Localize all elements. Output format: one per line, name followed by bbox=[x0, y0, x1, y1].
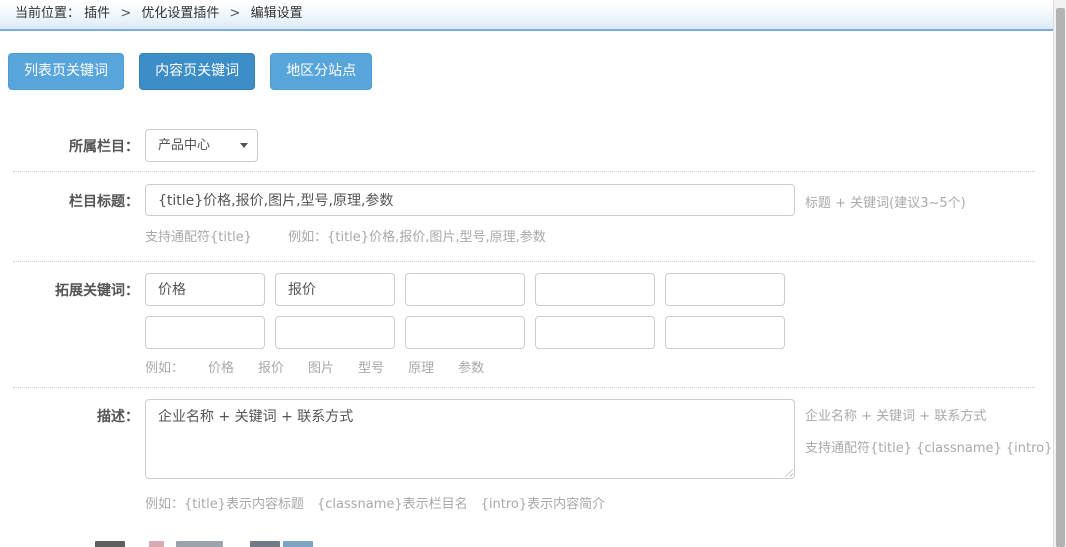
category-select-value: 产品中心 bbox=[158, 138, 210, 153]
truncated-label bbox=[95, 541, 125, 547]
title-below-hint: 支持通配符{title} 例如：{title}价格,报价,图片,型号,原理,参数 bbox=[145, 226, 1053, 245]
truncated-text bbox=[250, 541, 280, 547]
keywords-hint-word: 型号 bbox=[358, 357, 384, 376]
truncated-text bbox=[176, 541, 223, 547]
divider bbox=[13, 171, 1035, 172]
truncated-control bbox=[149, 541, 164, 547]
title-side-hint: 标题 + 关键词(建议3~5个) bbox=[805, 184, 966, 211]
keywords-hint-word: 报价 bbox=[258, 357, 284, 376]
keyword-input-10[interactable] bbox=[665, 316, 785, 349]
divider bbox=[13, 387, 1035, 388]
tab-content-page-keywords[interactable]: 内容页关键词 bbox=[139, 53, 255, 90]
description-textarea[interactable]: 企业名称 + 关键词 + 联系方式 bbox=[145, 399, 795, 479]
description-side-hint-2: 支持通配符{title} {classname} {intro} bbox=[805, 437, 1052, 456]
tab-list-page-keywords[interactable]: 列表页关键词 bbox=[8, 53, 124, 90]
page: 当前位置： 插件 > 优化设置插件 > 编辑设置 列表页关键词 内容页关键词 地… bbox=[0, 0, 1066, 547]
breadcrumb-item-edit-settings: 编辑设置 bbox=[251, 6, 303, 21]
title-label: 栏目标题： bbox=[0, 184, 145, 211]
description-section: 描述： 企业名称 + 关键词 + 联系方式 企业名称 + 关键词 + 联系方式 … bbox=[0, 399, 1053, 512]
keywords-label: 拓展关键词： bbox=[0, 273, 145, 300]
settings-form: 所属栏目： 产品中心 栏目标题： 标题 + 关键词(建议3~5个) 支持通配符{… bbox=[0, 129, 1053, 512]
title-input[interactable] bbox=[145, 184, 795, 216]
divider bbox=[13, 261, 1035, 262]
keyword-input-1[interactable] bbox=[145, 273, 265, 306]
breadcrumb-item-seo-plugin[interactable]: 优化设置插件 bbox=[141, 6, 219, 21]
title-section: 栏目标题： 标题 + 关键词(建议3~5个) 支持通配符{title} 例如：{… bbox=[0, 184, 1053, 245]
keywords-hint-word: 参数 bbox=[458, 357, 484, 376]
keyword-input-8[interactable] bbox=[405, 316, 525, 349]
keyword-input-9[interactable] bbox=[535, 316, 655, 349]
truncated-text bbox=[283, 541, 313, 547]
category-label: 所属栏目： bbox=[0, 129, 145, 156]
keyword-input-5[interactable] bbox=[665, 273, 785, 306]
keywords-row-2 bbox=[145, 316, 785, 349]
breadcrumb-item-plugins[interactable]: 插件 bbox=[84, 6, 110, 21]
description-side-hint-1: 企业名称 + 关键词 + 联系方式 bbox=[805, 405, 1052, 424]
keyword-input-2[interactable] bbox=[275, 273, 395, 306]
breadcrumb-separator: > bbox=[230, 6, 241, 21]
breadcrumb-separator: > bbox=[120, 6, 131, 21]
description-below-hint: 例如：{title}表示内容标题 {classname}表示栏目名 {intro… bbox=[145, 493, 1053, 512]
category-row: 所属栏目： 产品中心 bbox=[0, 129, 1053, 162]
breadcrumb: 当前位置： 插件 > 优化设置插件 > 编辑设置 bbox=[0, 0, 1066, 31]
keyword-input-6[interactable] bbox=[145, 316, 265, 349]
vertical-scrollbar bbox=[1053, 0, 1066, 547]
description-label: 描述： bbox=[0, 399, 145, 426]
keyword-input-4[interactable] bbox=[535, 273, 655, 306]
keywords-section: 拓展关键词： bbox=[0, 273, 1053, 376]
keywords-grid bbox=[145, 273, 785, 349]
keywords-hint-prefix: 例如： bbox=[145, 357, 184, 376]
truncated-form-row bbox=[0, 538, 1050, 547]
description-side-hints: 企业名称 + 关键词 + 联系方式 支持通配符{title} {classnam… bbox=[805, 399, 1052, 456]
keywords-hint-word: 图片 bbox=[308, 357, 334, 376]
keywords-example-hint: 例如： 价格 报价 图片 型号 原理 参数 bbox=[145, 357, 1053, 376]
keyword-input-7[interactable] bbox=[275, 316, 395, 349]
tab-bar: 列表页关键词 内容页关键词 地区分站点 bbox=[8, 53, 1066, 90]
keywords-hint-word: 价格 bbox=[208, 357, 234, 376]
scrollbar-thumb[interactable] bbox=[1056, 8, 1065, 547]
keywords-row-1 bbox=[145, 273, 785, 306]
category-select[interactable]: 产品中心 bbox=[145, 129, 258, 162]
keyword-input-3[interactable] bbox=[405, 273, 525, 306]
title-wildcard-hint: 支持通配符{title} bbox=[145, 230, 252, 245]
tab-region-subsites[interactable]: 地区分站点 bbox=[270, 53, 372, 90]
keywords-hint-word: 原理 bbox=[408, 357, 434, 376]
title-example-hint: 例如：{title}价格,报价,图片,型号,原理,参数 bbox=[288, 230, 546, 245]
description-textarea-wrap: 企业名称 + 关键词 + 联系方式 bbox=[145, 399, 795, 479]
chevron-down-icon bbox=[240, 143, 248, 148]
breadcrumb-prefix: 当前位置： bbox=[15, 6, 80, 21]
